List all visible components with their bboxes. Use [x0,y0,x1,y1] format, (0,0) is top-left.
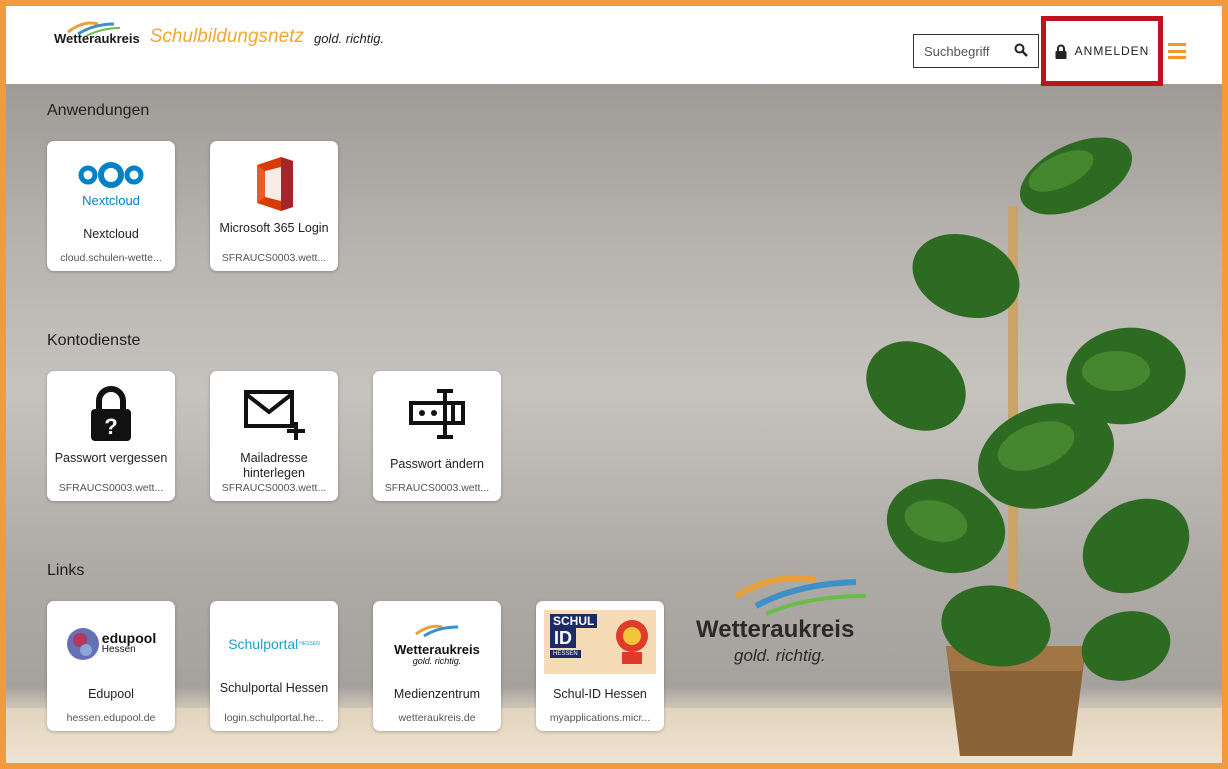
tile-password-forgot[interactable]: ? Passwort vergessen SFRAUCS0003.wett... [47,371,175,501]
tile-edupool[interactable]: edupool Hessen Edupool hessen.edupool.de [47,601,175,731]
edupool-logo-text: edupool [101,630,157,646]
tile-mail-address[interactable]: Mailadresse hinterlegen SFRAUCS0003.wett… [210,371,338,501]
hamburger-menu-icon[interactable] [1168,43,1186,59]
tile-schulportal[interactable]: Schulportal HESSEN Schulportal Hessen log… [210,601,338,731]
site-logo[interactable]: Wetteraukreis Schulbildungsnetz gold. ri… [54,21,385,50]
tile-label: Passwort vergessen [54,451,168,465]
tile-label: Mailadresse hinterlegen [240,451,308,480]
section-title-account: Kontodienste [47,332,141,349]
tile-url: hessen.edupool.de [66,712,156,724]
logo-school: Schulbildungsnetz [149,26,304,47]
section-title-apps: Anwendungen [47,102,150,119]
tile-url: SFRAUCS0003.wett... [384,482,490,494]
wetteraukreis-logo-icon: Wetteraukreis gold. richtig. [373,609,501,679]
section-title-links: Links [47,562,85,579]
tile-url: SFRAUCS0003.wett... [58,482,164,494]
nextcloud-icon-text: Nextcloud [82,193,140,208]
schul-id-text-1: SCHUL [550,614,598,628]
tile-label: Medienzentrum [393,687,481,701]
schul-id-logo-icon: SCHUL ID HESSEN [536,607,664,677]
header: Wetteraukreis Schulbildungsnetz gold. ri… [6,6,1222,86]
lion-icon [616,620,648,664]
logo-slogan: gold. richtig. [313,31,385,46]
mail-add-icon [210,379,338,449]
tile-label: Edupool [88,687,134,701]
medien-logo-brand: Wetteraukreis [394,642,480,657]
nextcloud-icon: Nextcloud [47,149,175,219]
monstera-plant-image [866,137,1190,756]
tile-url: SFRAUCS0003.wett... [221,482,327,494]
tile-label: Schul-ID Hessen [553,687,647,701]
login-label: ANMELDEN [1074,44,1150,58]
search-box [913,34,1039,68]
tile-url: wetteraukreis.de [398,712,476,724]
search-input[interactable] [924,43,1008,59]
schulportal-logo-text: Schulportal [228,636,299,652]
tile-url: SFRAUCS0003.wett... [221,252,327,264]
edupool-logo-icon: edupool Hessen [47,609,175,679]
tile-medienzentrum[interactable]: Wetteraukreis gold. richtig. Medienzentr… [373,601,501,731]
tile-url: myapplications.micr... [549,712,651,724]
search-icon[interactable] [1014,43,1028,57]
schulportal-logo-icon: Schulportal HESSEN [210,609,338,679]
schulportal-logo-sup: HESSEN [299,641,320,647]
background-logo: Wetteraukreis gold. richtig. [696,566,876,665]
logo-brand: Wetteraukreis [54,31,140,46]
tile-label: Passwort ändern [390,457,484,471]
tile-schul-id[interactable]: SCHUL ID HESSEN Schul-ID Hessen myapplic… [536,601,664,731]
schul-id-text-2: ID [550,628,576,648]
password-field-icon [373,379,501,449]
tile-url: login.schulportal.he... [224,712,324,724]
office-icon [210,149,338,219]
login-highlight: ANMELDEN [1041,16,1163,86]
background-logo-slogan: gold. richtig. [734,646,826,665]
tile-label: Schulportal Hessen [219,681,329,695]
schul-id-text-3: HESSEN [550,650,581,658]
page-frame: Wetteraukreis Schulbildungsnetz gold. ri… [0,0,1228,769]
tile-password-change[interactable]: Passwort ändern SFRAUCS0003.wett... [373,371,501,501]
background-logo-swoosh-icon [734,575,867,616]
lock-question-icon: ? [47,379,175,449]
lock-icon [1055,44,1067,59]
tile-label: Microsoft 365 Login [219,221,329,235]
medien-logo-slogan: gold. richtig. [412,656,462,666]
background-logo-brand: Wetteraukreis [696,616,855,643]
tile-microsoft365[interactable]: Microsoft 365 Login SFRAUCS0003.wett... [210,141,338,271]
tile-nextcloud[interactable]: Nextcloud Nextcloud cloud.schulen-wette.… [47,141,175,271]
tile-label: Nextcloud [83,227,139,241]
svg-text:?: ? [104,414,117,439]
tile-url: cloud.schulen-wette... [60,252,162,264]
login-button[interactable]: ANMELDEN [1055,44,1150,59]
